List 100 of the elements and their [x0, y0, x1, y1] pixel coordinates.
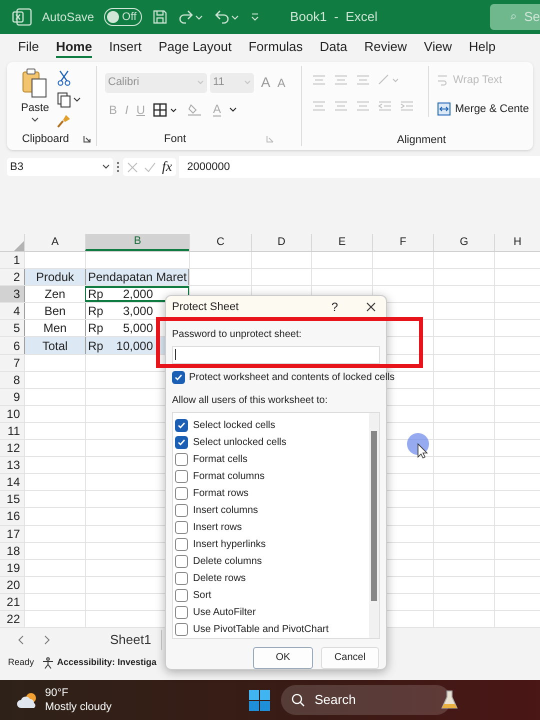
align-icon[interactable]: [334, 100, 348, 112]
dialog-launcher-icon[interactable]: [83, 135, 92, 143]
orientation-icon[interactable]: [378, 74, 400, 86]
accessibility-icon[interactable]: [42, 657, 54, 670]
checkbox[interactable]: [175, 486, 188, 500]
row-number[interactable]: 4: [0, 303, 24, 320]
row-number[interactable]: 12: [0, 440, 24, 456]
copy-icon[interactable]: [57, 92, 82, 108]
autosave-toggle[interactable]: Off: [104, 8, 142, 26]
row-number[interactable]: 1: [0, 252, 24, 268]
row-number[interactable]: 10: [0, 406, 24, 422]
more-icon[interactable]: [116, 161, 120, 173]
row-number[interactable]: 15: [0, 491, 24, 508]
row-number[interactable]: 3: [0, 286, 24, 302]
checkbox[interactable]: [175, 418, 188, 432]
row-number[interactable]: 20: [0, 576, 24, 593]
checkbox[interactable]: [175, 470, 188, 483]
cut-icon[interactable]: [57, 70, 72, 86]
menu-tab[interactable]: Home: [56, 38, 92, 58]
merge-center-button[interactable]: Merge & Cente: [455, 100, 529, 117]
menu-tab[interactable]: Review: [364, 38, 407, 58]
wrap-text-icon[interactable]: [437, 73, 449, 88]
menu-tab[interactable]: Page Layout: [158, 38, 232, 58]
cloudy-weather-icon[interactable]: [17, 691, 39, 709]
previous-sheet-icon[interactable]: [18, 635, 24, 646]
align-icon[interactable]: [312, 74, 326, 86]
checkbox[interactable]: [175, 572, 188, 585]
ok-button[interactable]: OK: [253, 646, 313, 669]
menu-tab[interactable]: Insert: [109, 38, 142, 58]
close-icon[interactable]: [366, 302, 376, 312]
menu-tab[interactable]: Formulas: [248, 38, 303, 58]
column-header[interactable]: C: [189, 234, 251, 251]
indent-icon[interactable]: [400, 100, 414, 112]
caret-icon: [244, 80, 251, 85]
row-number[interactable]: 14: [0, 474, 24, 490]
redo-icon[interactable]: [178, 9, 204, 25]
paste-button[interactable]: Paste: [21, 68, 50, 132]
align-icon[interactable]: [356, 74, 370, 86]
checkbox-label: Insert rows: [193, 520, 242, 535]
row-number[interactable]: 11: [0, 422, 24, 440]
column-header[interactable]: E: [311, 234, 372, 251]
customize-caret-icon[interactable]: [250, 12, 260, 22]
column-header[interactable]: B: [85, 234, 189, 251]
indent-icon[interactable]: [378, 100, 392, 112]
column-header[interactable]: G: [433, 234, 494, 251]
align-icon[interactable]: [334, 74, 348, 86]
scrollbar-thumb[interactable]: [371, 430, 377, 601]
menu-tab[interactable]: Data: [320, 38, 348, 58]
taskbar-search[interactable]: Search: [280, 685, 451, 715]
row-number[interactable]: 19: [0, 560, 24, 576]
row-number[interactable]: 9: [0, 388, 24, 405]
merge-icon[interactable]: [437, 102, 451, 116]
cancel-icon[interactable]: [127, 162, 138, 172]
row-number[interactable]: 5: [0, 320, 24, 336]
undo-icon[interactable]: [214, 9, 240, 25]
row-number[interactable]: 8: [0, 372, 24, 388]
name-box[interactable]: B3: [7, 158, 113, 176]
check-icon[interactable]: [144, 162, 156, 172]
accessibility-status[interactable]: Accessibility: Investiga: [57, 656, 157, 670]
checkbox[interactable]: [175, 588, 188, 602]
column-header[interactable]: F: [372, 234, 433, 251]
checkbox[interactable]: [175, 436, 188, 449]
checkbox[interactable]: [175, 520, 188, 534]
checkbox[interactable]: [175, 622, 188, 636]
start-icon[interactable]: [248, 690, 270, 710]
checkbox[interactable]: [175, 538, 188, 551]
row-number[interactable]: 17: [0, 526, 24, 542]
format-painter-icon[interactable]: [57, 114, 72, 128]
caret-icon[interactable]: [229, 107, 238, 113]
align-icon[interactable]: [312, 100, 326, 112]
flask-icon[interactable]: [440, 689, 459, 711]
checkbox[interactable]: [172, 370, 185, 384]
clipboard-icon: [22, 68, 48, 98]
save-icon[interactable]: [152, 9, 168, 25]
cancel-button[interactable]: Cancel: [321, 646, 379, 669]
column-header[interactable]: H: [494, 234, 540, 251]
row-number[interactable]: 6: [0, 337, 24, 354]
row-number[interactable]: 2: [0, 269, 24, 286]
row-number[interactable]: 16: [0, 508, 24, 524]
column-header[interactable]: D: [251, 234, 311, 251]
borders-icon[interactable]: [153, 103, 180, 117]
checkbox[interactable]: [175, 452, 188, 466]
row-number[interactable]: 21: [0, 594, 24, 610]
checkbox[interactable]: [175, 554, 188, 568]
password-field[interactable]: [172, 346, 380, 364]
menu-tab[interactable]: Help: [468, 38, 496, 58]
row-number[interactable]: 7: [0, 354, 24, 371]
next-sheet-icon[interactable]: [44, 635, 50, 646]
row-number[interactable]: 18: [0, 542, 24, 559]
formula-field[interactable]: 2000000: [179, 156, 540, 178]
checkbox[interactable]: [175, 504, 188, 517]
help-button[interactable]: ?: [331, 298, 338, 316]
menu-tab[interactable]: View: [424, 38, 452, 58]
row-number[interactable]: 13: [0, 457, 24, 474]
checkbox[interactable]: [175, 606, 188, 619]
align-icon[interactable]: [356, 100, 370, 112]
weather-temperature: 90°F: [45, 686, 70, 700]
sheet-tab[interactable]: Sheet1: [110, 630, 162, 650]
menu-tab[interactable]: File: [18, 38, 39, 58]
row-number[interactable]: 22: [0, 610, 24, 628]
